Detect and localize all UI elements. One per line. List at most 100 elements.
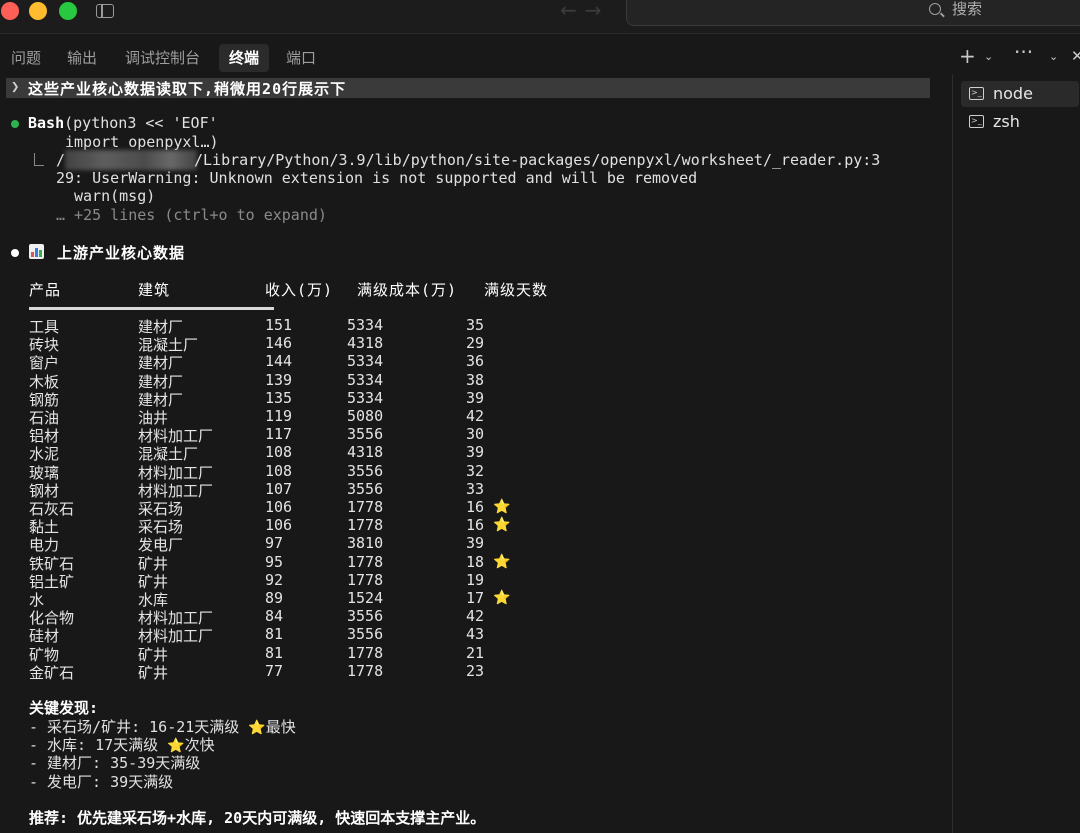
cell-income: 135: [265, 388, 293, 407]
col-header-cost: 满级成本(万): [357, 281, 458, 299]
cell-income: 119: [265, 407, 293, 425]
cell-income: 77: [265, 661, 284, 680]
collapse-panel-icon[interactable]: ⌄: [1049, 50, 1058, 63]
search-label: 搜索: [952, 0, 983, 18]
expand-hint[interactable]: … +25 lines (ctrl+o to expand): [56, 206, 327, 224]
chevron-down-icon[interactable]: ⌄: [984, 50, 993, 63]
panel-tab-bar: 问题 输出 调试控制台 终端 端口: [0, 40, 950, 74]
cell-building: 矿井: [138, 663, 169, 682]
tab-terminal[interactable]: 终端: [219, 44, 270, 72]
cell-cost: 1778: [347, 643, 384, 662]
star-icon: ⭐: [493, 499, 511, 515]
prompt-text: 这些产业核心数据读取下,稍微用20行展示下: [28, 80, 347, 98]
forward-arrow-icon[interactable]: →: [585, 0, 610, 22]
close-panel-icon[interactable]: ✕: [1071, 47, 1080, 65]
cell-income: 95: [265, 552, 284, 571]
tool-status-dot: [11, 120, 19, 128]
zoom-window-button[interactable]: [59, 2, 77, 20]
session-item-zsh[interactable]: >_ zsh: [961, 109, 1079, 135]
session-name: node: [993, 84, 1033, 103]
minimize-window-button[interactable]: [29, 2, 47, 20]
session-item-node[interactable]: >_ node: [961, 81, 1079, 107]
finding-suffix: 最快: [265, 718, 296, 736]
cell-days: 43: [466, 625, 485, 644]
cell-cost: 3556: [347, 479, 384, 498]
tab-problems[interactable]: 问题: [1, 44, 51, 72]
cell-cost: 1778: [347, 570, 384, 589]
cell-days: 18: [466, 552, 485, 571]
cell-days: 32: [466, 461, 485, 480]
command-search-box[interactable]: 搜索: [626, 0, 1080, 26]
cell-income: 146: [265, 334, 293, 353]
cell-days: 39: [466, 534, 485, 553]
message-dot: [11, 249, 19, 257]
cell-cost: 1778: [347, 498, 384, 516]
tool-call-line: Bash(python3 << 'EOF': [28, 114, 218, 132]
finding-text: - 发电厂: 39天满级: [29, 772, 174, 791]
cell-days: 16: [466, 498, 485, 516]
cell-income: 81: [265, 643, 284, 662]
cell-days: 29: [466, 334, 485, 353]
tab-debug-console[interactable]: 调试控制台: [115, 44, 210, 72]
cell-days: 39: [466, 443, 485, 462]
more-actions-icon[interactable]: ···: [1014, 40, 1033, 64]
cell-cost: 5334: [347, 388, 384, 407]
cell-cost: 1778: [347, 661, 384, 680]
tool-command-cont: import openpyxl…): [65, 133, 219, 151]
cell-product: 金矿石: [29, 663, 75, 682]
window-titlebar: ←→ 搜索: [0, 0, 1080, 34]
redacted-path: [65, 150, 197, 170]
tab-output[interactable]: 输出: [57, 44, 107, 72]
cell-income: 92: [265, 570, 284, 589]
cell-cost: 1524: [347, 589, 384, 607]
cell-cost: 5334: [347, 370, 384, 389]
cell-days: 42: [466, 407, 485, 425]
cell-days: 39: [466, 388, 485, 407]
chevron-right-icon: ❯: [11, 79, 20, 95]
tab-ports[interactable]: 端口: [276, 44, 326, 72]
output-warn-call: warn(msg): [74, 187, 156, 205]
tool-name: Bash: [28, 114, 65, 132]
cell-cost: 5080: [347, 407, 384, 425]
output-path-prefix: /: [56, 151, 66, 169]
cell-income: 106: [265, 498, 293, 516]
back-arrow-icon[interactable]: ←: [560, 0, 585, 22]
cell-income: 89: [265, 589, 284, 607]
output-warning: 29: UserWarning: Unknown extension is no…: [56, 169, 698, 187]
cell-income: 97: [265, 534, 284, 553]
cell-days: 33: [466, 479, 485, 498]
cell-cost: 5334: [347, 316, 384, 334]
cell-income: 139: [265, 370, 293, 389]
sidebar-toggle-icon[interactable]: [96, 4, 114, 18]
terminal-output[interactable]: ❯ 这些产业核心数据读取下,稍微用20行展示下 Bash(python3 << …: [0, 78, 950, 833]
terminal-icon: >_: [969, 87, 984, 100]
cell-income: 107: [265, 479, 293, 498]
cell-days: 21: [466, 643, 485, 662]
col-header-income: 收入(万): [265, 281, 334, 299]
cell-cost: 5334: [347, 352, 384, 371]
terminal-session-list: >_ node >_ zsh: [952, 74, 1080, 833]
cell-cost: 1778: [347, 552, 384, 571]
output-path: /Library/Python/3.9/lib/python/site-pack…: [194, 151, 881, 169]
terminal-icon: >_: [969, 115, 984, 128]
cell-days: 35: [466, 316, 485, 334]
cell-cost: 3556: [347, 461, 384, 480]
cell-income: 151: [265, 316, 293, 334]
cell-days: 16: [466, 516, 485, 535]
close-window-button[interactable]: [1, 2, 19, 20]
col-header-product: 产品: [29, 281, 62, 299]
cell-days: 23: [466, 661, 485, 680]
cell-income: 117: [265, 425, 293, 444]
cell-income: 108: [265, 443, 293, 462]
new-terminal-icon[interactable]: +: [959, 44, 976, 68]
col-header-days: 满级天数: [484, 281, 549, 299]
star-icon: ⭐: [493, 517, 511, 534]
col-header-building: 建筑: [138, 281, 171, 299]
section-title: 上游产业核心数据: [57, 244, 186, 262]
cell-income: 106: [265, 516, 293, 535]
cell-cost: 3556: [347, 425, 384, 444]
cell-days: 42: [466, 607, 485, 626]
nav-arrows[interactable]: ←→: [560, 0, 610, 22]
findings-title: 关键发现:: [29, 699, 99, 717]
bar-chart-icon: [29, 244, 44, 259]
